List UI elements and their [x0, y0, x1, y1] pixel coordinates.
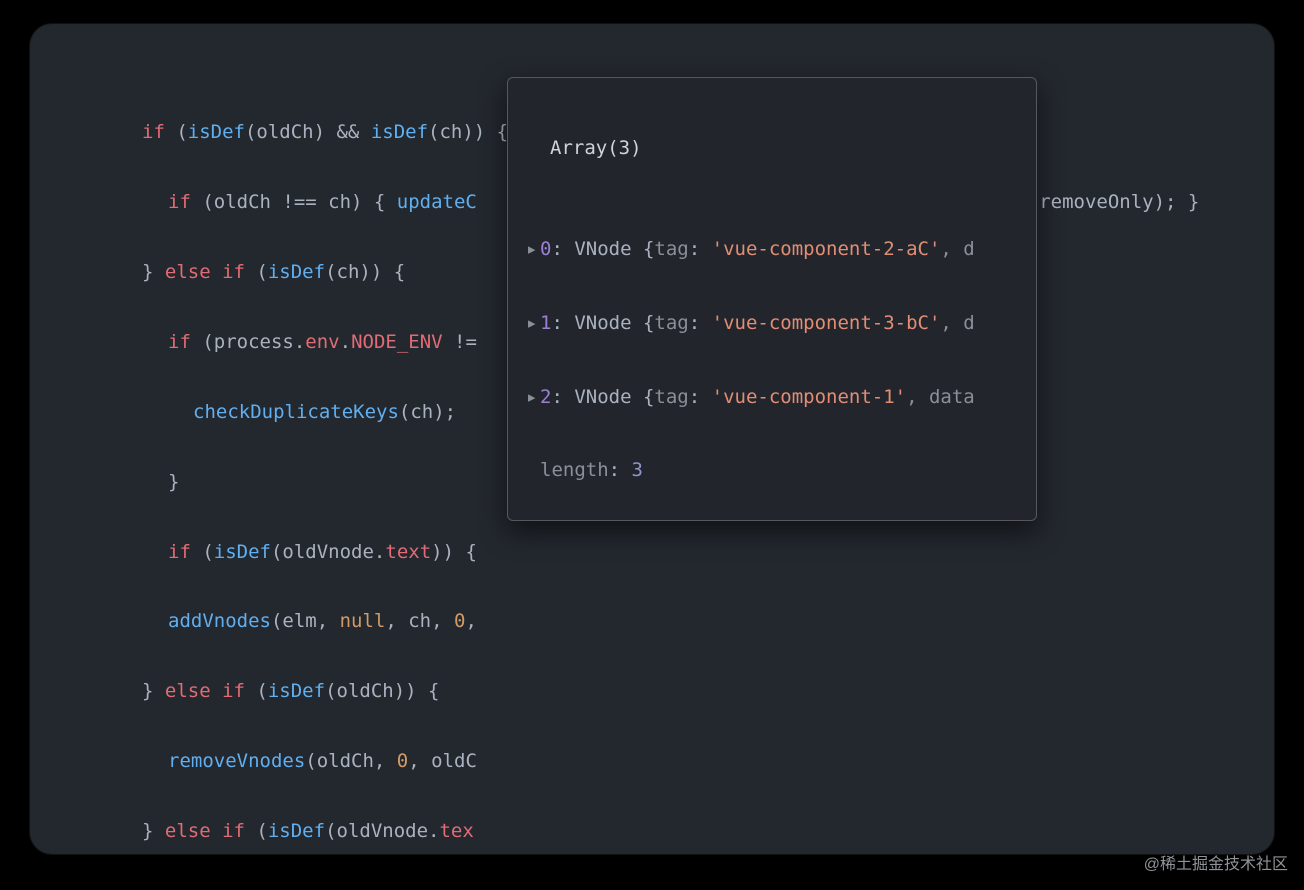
- code-viewport[interactable]: if (isDef(oldCh) && isDef(ch)) { if (old…: [30, 24, 1274, 854]
- code-line: removeVnodes(oldCh, 0, oldC: [30, 750, 1274, 773]
- code-line: } else if (isDef(oldVnode.tex: [30, 820, 1274, 843]
- code-line: addVnodes(elm, null, ch, 0,: [30, 610, 1274, 633]
- popup-entry[interactable]: ▸1: VNode {tag: 'vue-component-3-bC', d: [508, 310, 1036, 337]
- expand-icon[interactable]: ▸: [526, 238, 540, 261]
- popup-entry[interactable]: ▸0: VNode {tag: 'vue-component-2-aC', d: [508, 236, 1036, 263]
- expand-icon[interactable]: ▸: [526, 312, 540, 335]
- popup-length: length: 3: [508, 457, 1036, 484]
- expand-icon[interactable]: ▸: [526, 386, 540, 409]
- code-line: if (isDef(oldVnode.text)) {: [30, 541, 1274, 564]
- code-line: } else if (isDef(oldCh)) {: [30, 680, 1274, 703]
- watermark: @稀土掘金技术社区: [1144, 853, 1288, 876]
- code-editor[interactable]: if (isDef(oldCh) && isDef(ch)) { if (old…: [30, 24, 1274, 854]
- value-inspector-popup[interactable]: Array(3) ▸0: VNode {tag: 'vue-component-…: [507, 77, 1037, 521]
- popup-header: Array(3): [508, 135, 1036, 166]
- popup-entry[interactable]: ▸2: VNode {tag: 'vue-component-1', data: [508, 384, 1036, 411]
